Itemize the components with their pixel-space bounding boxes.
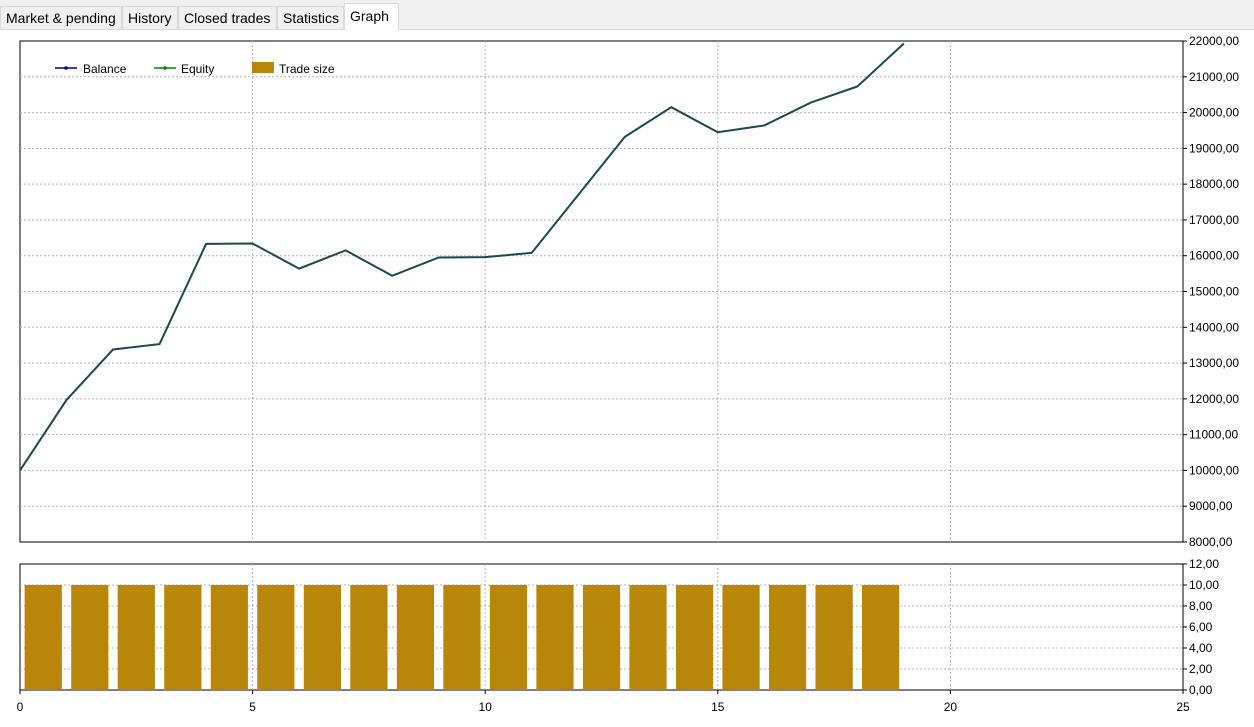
legend: Balance Equity Trade size [55,62,335,76]
y-tick-label: 14000,00 [1189,320,1239,334]
y-tick-label: 19000,00 [1189,141,1239,155]
legend-balance-label: Balance [83,62,127,76]
y-tick-label: 11000,00 [1189,428,1238,442]
trade-size-bar [862,585,900,690]
y-tick-label: 6,00 [1189,620,1213,634]
trade-size-bar [582,585,621,690]
y-tick-label: 10,00 [1189,578,1219,592]
trade-size-bar [768,585,807,690]
trade-size-bar [396,585,435,690]
y-tick-label: 21000,00 [1189,70,1239,84]
x-tick-label: 15 [711,700,725,714]
trade-size-bar [303,585,341,690]
trade-size-bar [71,585,109,690]
y-tick-label: 18000,00 [1189,177,1239,191]
y-tick-label: 13000,00 [1189,356,1239,370]
trade-size-bar [210,585,248,690]
y-tick-label: 0,00 [1189,683,1213,697]
y-tick-label: 15000,00 [1189,285,1239,299]
trade-size-bar [24,585,62,690]
x-tick-label: 0 [17,700,24,714]
x-tick-label: 25 [1176,700,1190,714]
trade-size-bar [629,585,667,690]
chart-area: 8000,00 9000,00 10000,00 11000,00 12000,00 13… [17,34,1240,714]
x-axis: 0 5 10 15 20 25 [17,690,1190,714]
y-tick-label: 22000,00 [1189,34,1239,48]
legend-trade-size-swatch [252,62,274,73]
x-tick-label: 5 [249,700,256,714]
legend-balance-marker [64,66,68,70]
trade-size-bar [117,585,155,690]
x-tick-label: 20 [944,700,958,714]
tab-graph[interactable]: Graph [344,3,399,30]
x-tick-label: 10 [479,700,493,714]
trade-size-bar [257,585,295,690]
trade-size-bar [350,585,388,690]
y-tick-label: 12,00 [1189,557,1219,571]
trade-size-bar [675,585,714,690]
trade-size-bar [164,585,202,690]
trade-size-y-axis: 0,00 2,00 4,00 6,00 8,00 10,00 12,00 [1183,557,1219,697]
trade-size-bar [536,585,574,690]
y-tick-label: 9000,00 [1189,499,1233,513]
trade-size-bar [443,585,481,690]
legend-trade-size-label: Trade size [279,62,335,76]
y-tick-label: 10000,00 [1189,463,1239,477]
y-tick-label: 16000,00 [1189,249,1239,263]
y-tick-label: 17000,00 [1189,213,1239,227]
y-tick-label: 8000,00 [1189,535,1233,549]
y-tick-label: 8,00 [1189,599,1213,613]
legend-equity-label: Equity [181,62,214,76]
y-tick-label: 12000,00 [1189,392,1239,406]
trade-size-bar [815,585,853,690]
legend-equity-marker [163,66,167,70]
trade-size-bar [722,585,760,690]
balance-chart-y-axis: 8000,00 9000,00 10000,00 11000,00 12000,00 13… [1183,34,1239,549]
y-tick-label: 4,00 [1189,641,1213,655]
y-tick-label: 20000,00 [1189,106,1239,120]
y-tick-label: 2,00 [1189,662,1213,676]
trade-size-bar [489,585,528,690]
